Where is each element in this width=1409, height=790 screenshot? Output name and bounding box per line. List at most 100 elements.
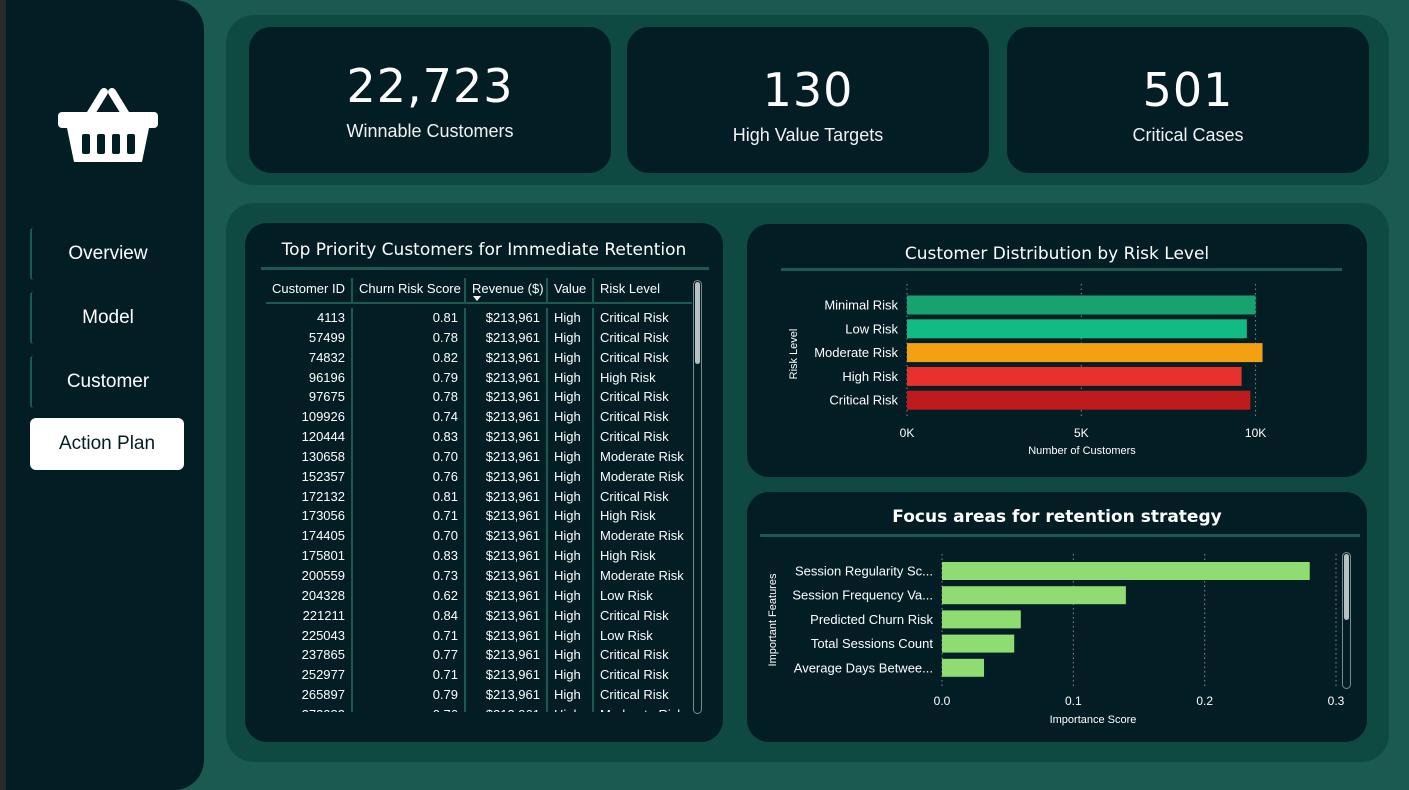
bar[interactable] <box>907 390 1251 410</box>
column-header-risk-level[interactable]: Risk Level <box>594 278 692 302</box>
table-row[interactable]: 152357 0.76 $213,961 High Moderate Risk <box>266 466 692 487</box>
nav-customer[interactable]: Customer <box>30 356 184 408</box>
cell-value: High <box>548 665 594 686</box>
cell-value: High <box>548 605 594 626</box>
column-header-revenue[interactable]: Revenue ($) <box>466 278 548 302</box>
cell-revenue: $213,961 <box>466 367 548 388</box>
table-row[interactable]: 200559 0.73 $213,961 High Moderate Risk <box>266 565 692 586</box>
cell-churn-risk-score: 0.76 <box>353 466 466 487</box>
table-row[interactable]: 265897 0.79 $213,961 High Critical Risk <box>266 685 692 705</box>
cell-churn-risk-score: 0.84 <box>353 605 466 626</box>
table-row[interactable]: 130658 0.70 $213,961 High Moderate Risk <box>266 446 692 467</box>
priority-customers-table[interactable]: Customer ID Churn Risk Score Revenue ($)… <box>266 278 692 712</box>
cell-churn-risk-score: 0.70 <box>353 526 466 547</box>
column-header-customer-id[interactable]: Customer ID <box>266 278 353 302</box>
scrollbar-thumb[interactable] <box>695 282 700 364</box>
nav-action-plan[interactable]: Action Plan <box>30 418 184 470</box>
table-scrollbar[interactable] <box>693 280 702 714</box>
cell-risk-level: Critical Risk <box>600 389 669 405</box>
y-axis-title: Risk Level <box>788 329 800 380</box>
table-row[interactable]: 225043 0.71 $213,961 High Low Risk <box>266 625 692 646</box>
column-header-churn-risk-score[interactable]: Churn Risk Score <box>353 278 466 302</box>
cell-customer-id: 173056 <box>266 506 353 527</box>
table-row[interactable]: 97675 0.78 $213,961 High Critical Risk <box>266 387 692 408</box>
cell-risk-level: Moderate Risk <box>600 468 684 484</box>
cell-customer-id: 4113 <box>266 308 353 328</box>
cell-value: High <box>548 308 594 328</box>
feature-importance-chart[interactable]: 0.0 0.1 0.2 0.3 Session Regularity Sc... Sess… <box>747 492 1367 742</box>
table-row[interactable]: 120444 0.83 $213,961 High Critical Risk <box>266 427 692 447</box>
chart-scrollbar[interactable] <box>1342 552 1351 689</box>
cell-revenue: $213,961 <box>466 506 548 527</box>
bar[interactable] <box>907 295 1256 315</box>
bar[interactable] <box>942 562 1310 580</box>
column-header-label: Revenue ($) <box>472 281 544 296</box>
cell-customer-id: 225043 <box>266 625 353 646</box>
cell-value: High <box>548 466 594 487</box>
cell-revenue: $213,961 <box>466 585 548 606</box>
cell-customer-id: 120444 <box>266 427 353 447</box>
table-row[interactable]: 252977 0.71 $213,961 High Critical Risk <box>266 665 692 686</box>
cell-risk-level: Critical Risk <box>600 687 669 703</box>
cell-value: High <box>548 486 594 507</box>
y-category-label: Session Regularity Sc... <box>795 564 933 579</box>
bar[interactable] <box>942 610 1021 629</box>
kpi-value: 130 <box>762 63 854 117</box>
nav-overview[interactable]: Overview <box>30 228 184 280</box>
y-category-label: Session Frequency Va... <box>792 588 933 603</box>
table-body: 4113 0.81 $213,961 High Critical Risk 57499 0.… <box>266 304 692 712</box>
scrollbar-thumb[interactable] <box>1344 554 1349 620</box>
cell-value: High <box>548 327 594 348</box>
cell-risk-level: High Risk <box>600 548 656 564</box>
cell-revenue: $213,961 <box>466 486 548 507</box>
cell-risk-level: Moderate Risk <box>600 567 684 583</box>
cell-churn-risk-score: 0.71 <box>353 506 466 527</box>
cell-revenue: $213,961 <box>466 446 548 467</box>
column-header-value[interactable]: Value <box>548 278 594 302</box>
cell-value: High <box>548 685 594 705</box>
risk-distribution-chart-card: Customer Distribution by Risk Level 0K 5K… <box>747 224 1367 477</box>
x-tick-label: 0K <box>900 426 915 440</box>
cell-risk-level: Moderate Risk <box>600 448 684 464</box>
cell-risk-level: Moderate Risk <box>594 705 692 712</box>
bar[interactable] <box>907 366 1242 386</box>
cell-revenue: $213,961 <box>466 347 548 368</box>
table-row[interactable]: 74832 0.82 $213,961 High Critical Risk <box>266 347 692 368</box>
table-row[interactable]: 175801 0.83 $213,961 High High Risk <box>266 546 692 566</box>
table-row[interactable]: 4113 0.81 $213,961 High Critical Risk <box>266 308 692 328</box>
bar[interactable] <box>907 319 1247 339</box>
table-row[interactable]: 237865 0.77 $213,961 High Critical Risk <box>266 645 692 666</box>
priority-customers-table-card: Top Priority Customers for Immediate Ret… <box>245 223 723 742</box>
nav-model[interactable]: Model <box>30 292 184 344</box>
cell-customer-id: 175801 <box>266 546 353 566</box>
cell-customer-id: 237865 <box>266 645 353 666</box>
table-row[interactable]: 172132 0.81 $213,961 High Critical Risk <box>266 486 692 507</box>
bar[interactable] <box>907 343 1263 363</box>
cell-revenue: $213,961 <box>466 308 548 328</box>
table-row[interactable]: 109926 0.74 $213,961 High Critical Risk <box>266 407 692 428</box>
table-row[interactable]: 173056 0.71 $213,961 High High Risk <box>266 506 692 527</box>
y-category-label: Average Days Betwee... <box>794 660 933 675</box>
risk-distribution-chart[interactable]: 0K 5K 10K Minimal Risk Low Risk Moderate Risk… <box>747 224 1367 477</box>
table-row[interactable]: 2730820.76$213,961HighModerate Risk <box>266 704 692 712</box>
cell-customer-id: 96196 <box>266 367 353 388</box>
cell-value: High <box>548 645 594 666</box>
cell-revenue: $213,961 <box>466 565 548 586</box>
bar[interactable] <box>942 586 1126 605</box>
table-row[interactable]: 204328 0.62 $213,961 High Low Risk <box>266 585 692 606</box>
cell-revenue: $213,961 <box>466 704 548 712</box>
table-row[interactable]: 221211 0.84 $213,961 High Critical Risk <box>266 605 692 626</box>
kpi-card-high-value: 130 High Value Targets <box>627 27 989 173</box>
bar[interactable] <box>942 634 1015 653</box>
cell-value: High <box>548 526 594 547</box>
cell-risk-level: Critical Risk <box>600 329 669 345</box>
table-row[interactable]: 96196 0.79 $213,961 High High Risk <box>266 367 692 388</box>
cell-value: High <box>548 407 594 428</box>
table-header: Customer ID Churn Risk Score Revenue ($)… <box>266 278 692 304</box>
cell-customer-id: 204328 <box>266 585 353 606</box>
cell-revenue: $213,961 <box>466 645 548 666</box>
x-tick-label: 10K <box>1245 426 1266 440</box>
table-row[interactable]: 174405 0.70 $213,961 High Moderate Risk <box>266 526 692 547</box>
table-row[interactable]: 57499 0.78 $213,961 High Critical Risk <box>266 327 692 348</box>
bar[interactable] <box>942 658 985 677</box>
